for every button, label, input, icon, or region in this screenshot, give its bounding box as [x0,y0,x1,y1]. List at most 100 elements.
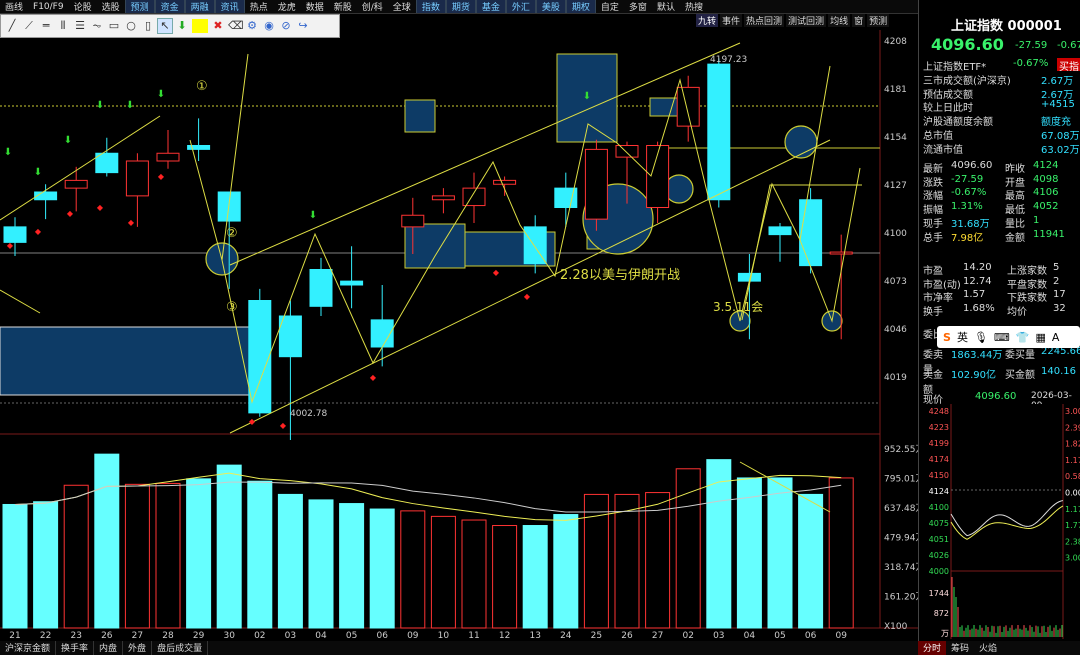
date-axis-label: 27 [652,631,663,641]
timeframe-tab[interactable]: 热点回测 [744,14,785,27]
menu-item[interactable]: 创/科 [357,0,388,13]
grid-icon[interactable]: ▦ [1036,331,1046,344]
kline-chart[interactable]: 4208 4181 4154 4127 4100 4073 4046 4019 952.55万… [0,0,918,641]
date-axis-label: 28 [162,631,174,641]
ratio-row: 市净率 1.57 下跌家数 17 [923,289,1066,305]
menu-item[interactable]: 画线 [0,0,28,13]
menu-item[interactable]: 预测 [124,0,155,13]
settings-icon[interactable]: ⚙ [245,19,259,33]
security-title: 上证指数 000001 [951,19,1062,34]
menu-item[interactable]: 选股 [97,0,125,13]
fib-tool-icon[interactable]: ☰ [73,19,87,33]
circle-tool-icon[interactable]: ○ [124,19,138,33]
menu-item[interactable]: 资金 [154,0,185,13]
menu-item[interactable]: 外汇 [505,0,536,13]
side-tab[interactable]: 分时 [918,641,947,655]
volume-bar [553,514,579,629]
bars-tool-icon[interactable]: ⦀ [56,19,70,33]
menu-item[interactable]: 自定 [596,0,624,13]
timeframe-tab[interactable]: 事件 [720,14,743,27]
mini-pct-label: 0.00 [1065,489,1080,498]
delete-icon[interactable]: ✖ [211,19,225,33]
etf-row[interactable]: 上证指数ETF* -0.67% 买指 [923,58,1080,73]
zone-box-2 [404,99,436,133]
menu-item[interactable]: 默认 [652,0,680,13]
mini-price-label: 4174 [929,455,949,464]
menu-item[interactable]: 龙虎 [273,0,301,13]
mini-vol-label: 万 [941,629,949,638]
annotation-2: ② [226,226,238,241]
menu-item[interactable]: 资讯 [214,0,245,13]
volume-axis-label: 161.20万 [884,593,918,603]
low-label: 4002.78 [290,409,327,419]
timeframe-tab[interactable]: 九转 [696,14,719,27]
volume-bar [124,483,150,629]
menu-item[interactable]: 数据 [301,0,329,13]
arrow-down-tool-icon[interactable]: ⬇ [175,19,189,33]
volume-bar [645,492,671,629]
price-axis-label: 4208 [884,37,907,47]
color-swatch[interactable] [192,19,208,33]
eye-icon[interactable]: ◉ [262,19,276,33]
ray-tool-icon[interactable]: ⟋ [22,19,36,33]
menu-item[interactable]: 热点 [245,0,273,13]
menu-item[interactable]: 期货 [445,0,476,13]
quote-row: 涨跌 -27.59 开盘 4098 [923,173,1059,189]
menu-item[interactable]: 热搜 [680,0,708,13]
volume-bar [33,501,59,629]
timeframe-tab[interactable]: 均线 [828,14,851,27]
ai-icon[interactable]: A [1052,331,1060,344]
marker-circle [664,174,694,204]
channel-tool-icon[interactable]: ═ [39,19,53,33]
menu-item[interactable]: 新股 [329,0,357,13]
indicator-tab[interactable]: 换手率 [56,641,95,655]
save-icon[interactable]: ⊘ [279,19,293,33]
market-stat-row: 总市值 67.08万 [923,130,1080,142]
volume-bar [492,525,518,629]
menu-item[interactable]: 期权 [565,0,596,13]
candle-body [309,269,333,307]
date-axis-label: 29 [193,631,205,641]
volume-bar [798,493,824,629]
mini-pct-label: 2.38 [1065,537,1080,546]
price-axis-label: 4181 [884,85,907,95]
cursor-tool-icon[interactable]: ↖ [157,18,173,34]
mic-icon[interactable]: 🎙 [974,331,988,344]
menu-item[interactable]: 全球 [388,0,416,13]
intraday-minichart[interactable]: 4248 4223 4199 4174 4150 4124 4100 4075 4051 4026… [919,404,1080,639]
menu-item[interactable]: 两融 [184,0,215,13]
menu-item[interactable]: 基金 [475,0,506,13]
undo-icon[interactable]: ↪ [296,19,310,33]
menu-item[interactable]: F10/F9 [28,2,69,12]
price-change-pct: -0.67% [1057,40,1080,51]
menu-item[interactable]: 论股 [69,0,97,13]
sell-signal-icon: ⬇ [4,147,12,158]
menu-item[interactable]: 指数 [415,0,446,13]
keyboard-icon[interactable]: ⌨ [994,331,1010,344]
side-tab[interactable]: 火焰 [974,641,1002,655]
ime-lang[interactable]: 英 [957,329,968,345]
indicator-tab[interactable]: 沪深京金额 [0,641,57,655]
buy-index-button[interactable]: 买指 [1057,58,1080,73]
indicator-tab[interactable]: 盘后成交量 [152,641,209,655]
line-tool-icon[interactable]: ╱ [5,19,19,33]
timeframe-tab[interactable]: 测试回测 [786,14,827,27]
menu-item[interactable]: 多窗 [624,0,652,13]
rect-tool-icon[interactable]: ▭ [107,19,121,33]
timeframe-tab[interactable]: 预测 [867,14,890,27]
text-tool-icon[interactable]: ▯ [141,19,155,33]
ime-logo-icon[interactable]: S [943,331,951,344]
indicator-tab[interactable]: 外盘 [123,641,153,655]
wave-tool-icon[interactable]: ⏦ [90,19,104,33]
eraser-icon[interactable]: ⌫ [228,19,244,33]
shirt-icon[interactable]: 👕 [1016,331,1030,344]
timeframe-tab[interactable]: 窗 [852,14,866,27]
volume-bar [400,510,426,629]
event-note: 2.28以美与伊朗开战 [560,268,680,283]
candle-body [125,160,149,197]
mini-pct-label: 2.39 [1065,423,1080,432]
indicator-tab[interactable]: 内盘 [94,641,124,655]
volume-bar [63,484,89,629]
menu-item[interactable]: 美股 [535,0,566,13]
side-tab[interactable]: 筹码 [946,641,974,655]
